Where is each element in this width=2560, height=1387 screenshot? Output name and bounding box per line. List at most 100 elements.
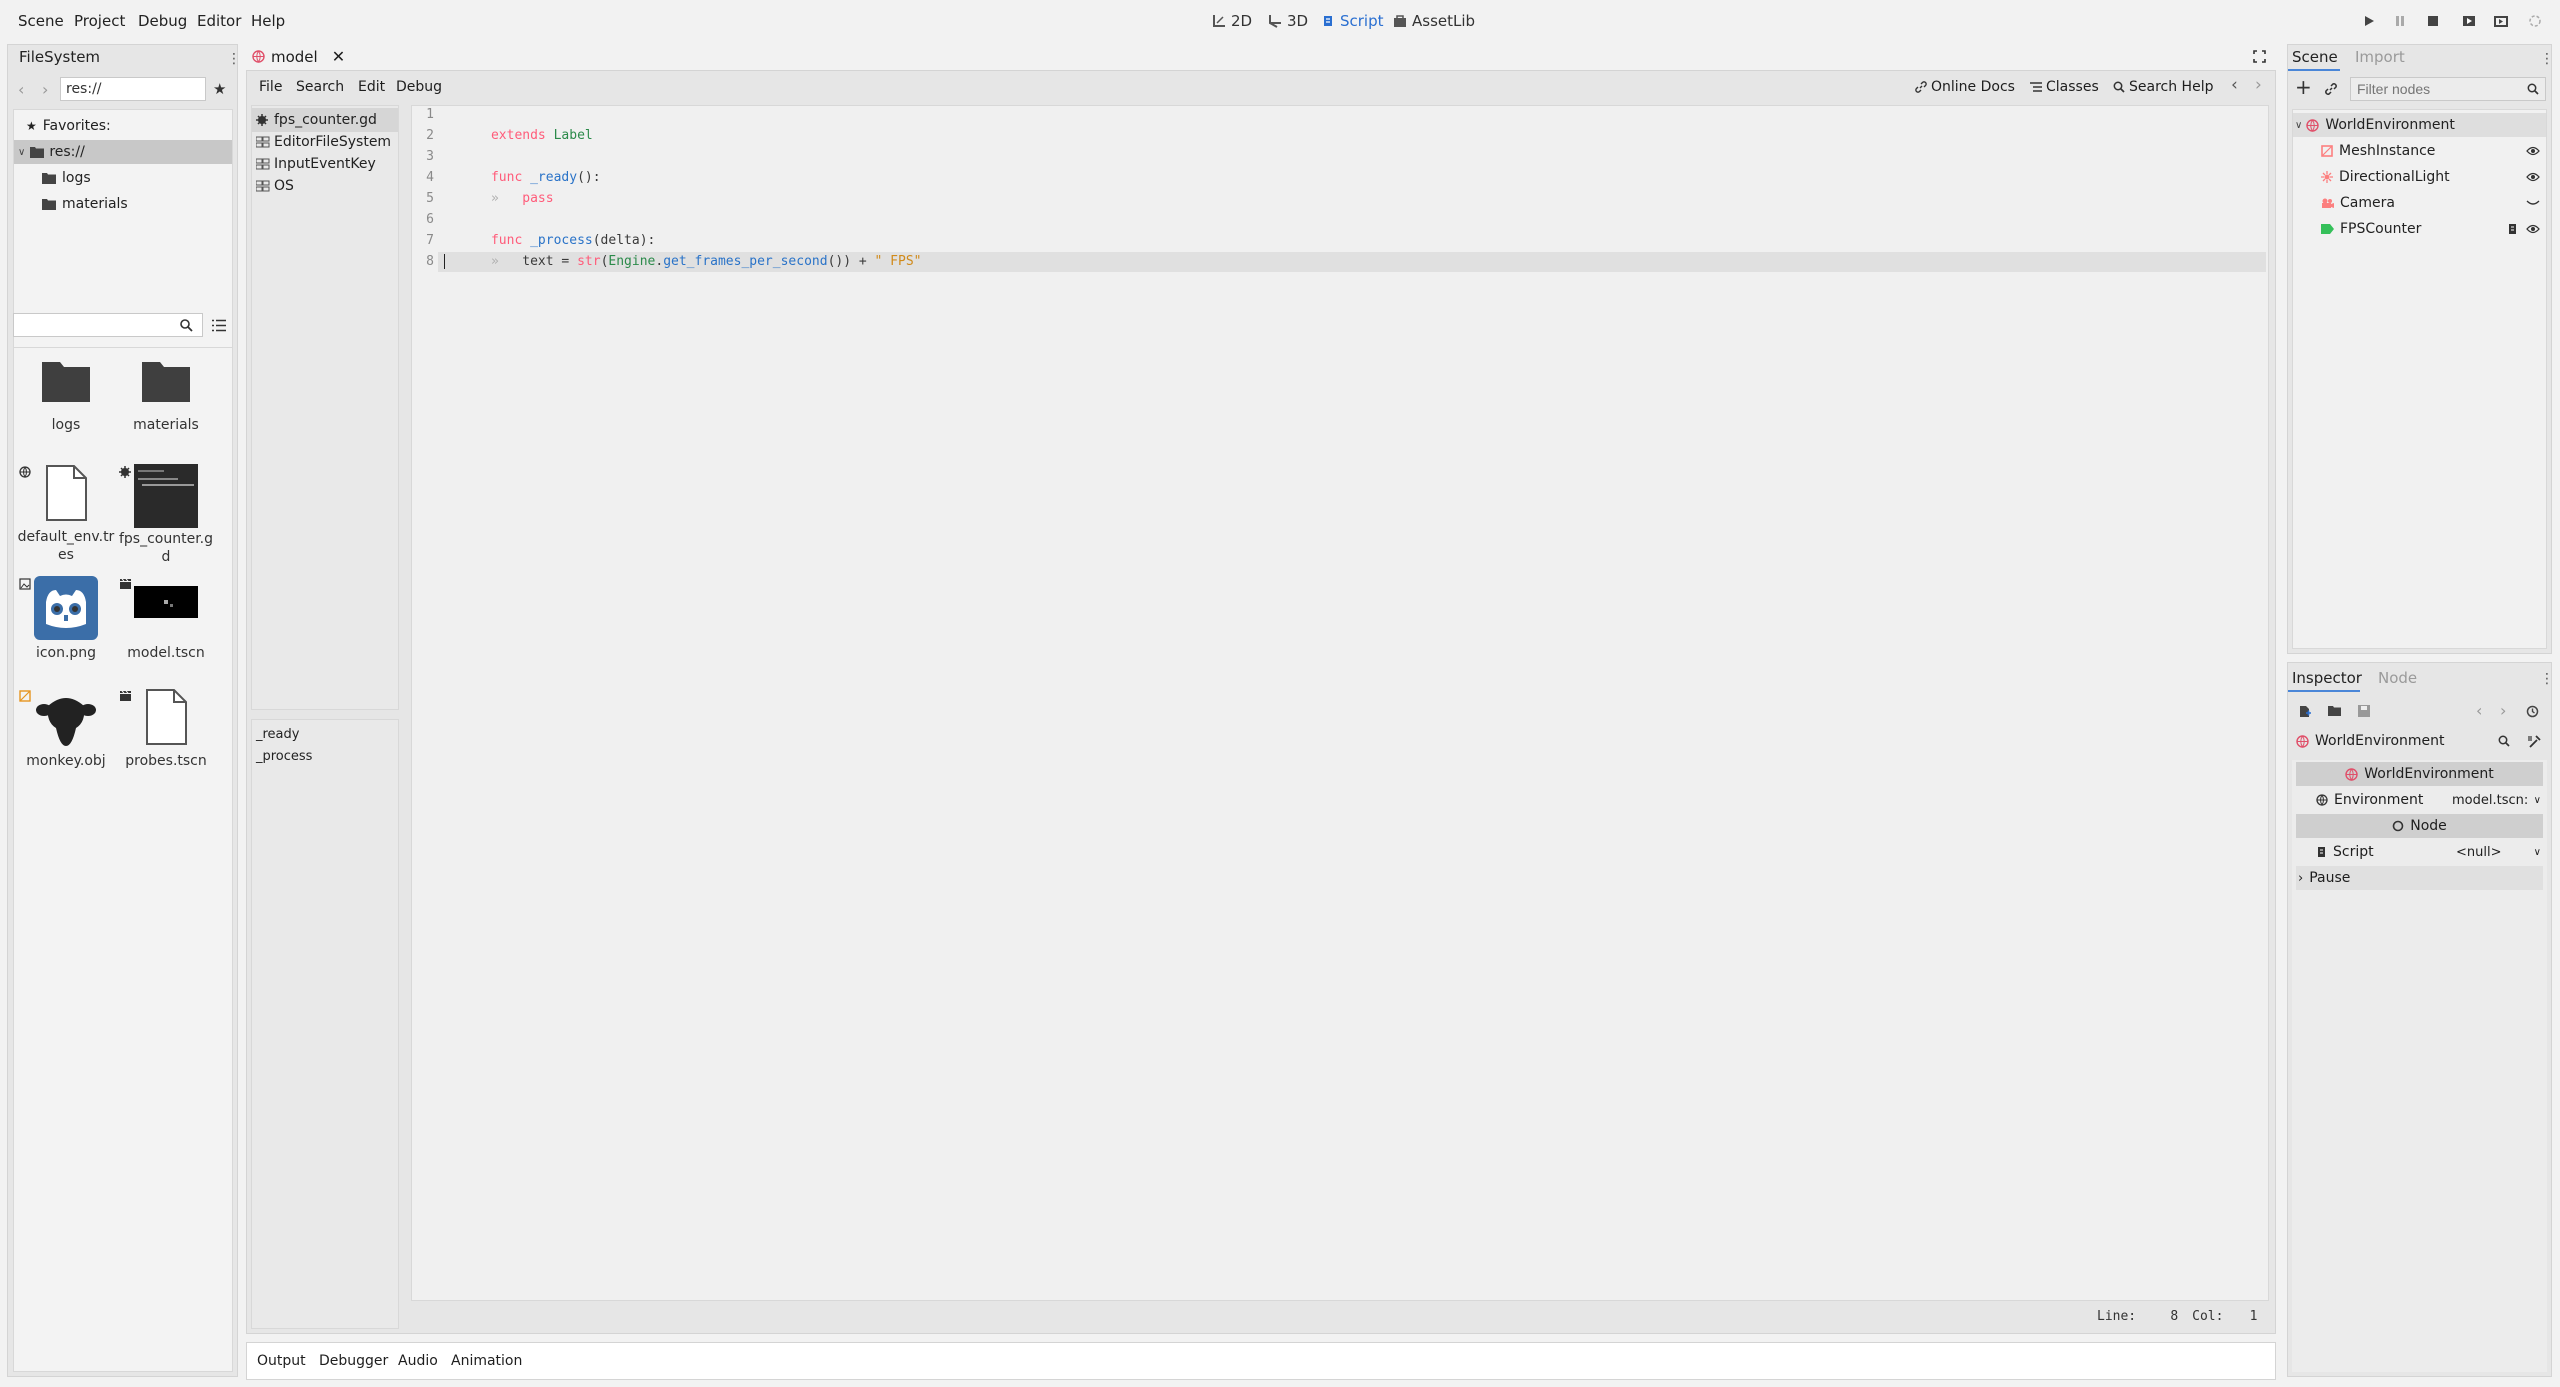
filter-nodes-input[interactable] [2350,77,2546,101]
tab-node[interactable]: Node [2378,669,2417,687]
scene-node-camera[interactable]: Camera [2293,191,2546,215]
stop-icon[interactable] [2426,14,2440,28]
mesh-instance-icon [2321,145,2333,157]
menu-help[interactable]: Help [251,12,285,30]
add-node-icon[interactable]: + [2295,75,2312,99]
chevron-right-icon: › [2298,870,2304,886]
forward-arrow-icon[interactable]: › [42,80,48,99]
chevron-down-icon[interactable]: ∨ [2534,847,2541,858]
property-environment: Environment model.tscn: ∨ [2296,788,2543,812]
scene-node-fps-counter[interactable]: FPSCounter [2293,217,2546,241]
play-custom-scene-icon[interactable] [2494,14,2508,28]
property-script: Script <null> ∨ [2296,840,2543,864]
visibility-closed-eye-icon[interactable] [2526,199,2540,207]
kebab-menu-icon[interactable]: ⋮ [2540,671,2554,687]
favorites-row[interactable]: ★ Favorites: [14,114,232,138]
globe-icon [252,50,265,63]
distraction-free-icon[interactable] [2253,50,2266,63]
pause-icon[interactable] [2393,14,2407,28]
visibility-eye-icon[interactable] [2526,146,2540,156]
favorite-star-icon[interactable]: ★ [213,80,226,98]
classes-button[interactable]: Classes [2030,79,2099,95]
file-tile-probes-tscn[interactable]: probes.tscn [116,688,216,788]
search-icon[interactable] [2498,735,2510,747]
path-input[interactable] [60,77,206,101]
history-forward-icon[interactable]: › [2500,701,2506,720]
visibility-eye-icon[interactable] [2526,172,2540,182]
script-icon [1324,16,1332,26]
script-menu-search[interactable]: Search [296,79,344,95]
script-menu-file[interactable]: File [259,79,282,95]
tab-scene[interactable]: Scene [2292,48,2338,66]
label-icon [2321,224,2334,234]
mode-3d-button[interactable]: 3D [1268,12,1308,30]
tab-filesystem[interactable]: FileSystem [19,48,100,66]
file-tile-default-env[interactable]: default_env.tres [16,464,116,574]
kebab-menu-icon[interactable]: ⋮ [2540,51,2554,67]
script-item-fps-counter[interactable]: fps_counter.gd [252,108,398,132]
history-back-icon[interactable]: ‹ [2476,701,2482,720]
file-tile-icon-png[interactable]: icon.png [16,576,116,676]
menu-scene[interactable]: Scene [18,12,64,30]
file-tile-fps-counter[interactable]: fps_counter.gd [116,464,216,574]
mode-2d-button[interactable]: 2D [1212,12,1252,30]
scene-node-world-environment[interactable]: ∨ WorldEnvironment [2293,113,2546,137]
menu-debug[interactable]: Debug [138,12,187,30]
kebab-menu-icon[interactable]: ⋮ [227,51,241,67]
environment-globe-icon [2316,794,2328,806]
play-icon[interactable] [2362,14,2376,28]
method-item-ready[interactable]: _ready [252,722,398,746]
file-tile-model-tscn[interactable]: model.tscn [116,576,216,676]
script-item-input-event-key[interactable]: InputEventKey [252,152,398,176]
file-tile-monkey-obj[interactable]: monkey.obj [16,688,116,788]
play-scene-icon[interactable] [2462,14,2476,28]
file-tile-logs[interactable]: logs [16,358,116,458]
section-pause[interactable]: › Pause [2296,866,2543,890]
file-tile-materials[interactable]: materials [116,358,216,458]
open-folder-icon[interactable] [2328,705,2342,717]
tree-item-logs[interactable]: logs [14,166,232,190]
list-view-icon[interactable] [212,319,226,332]
scene-node-mesh-instance[interactable]: MeshInstance [2293,139,2546,163]
tab-audio[interactable]: Audio [398,1353,438,1369]
online-docs-button[interactable]: Online Docs [1915,79,2015,95]
script-menu-debug[interactable]: Debug [396,79,442,95]
script-item-editor-filesystem[interactable]: EditorFileSystem [252,130,398,154]
method-item-process[interactable]: _process [252,744,398,768]
back-arrow-icon[interactable]: ‹ [18,80,24,99]
object-history-icon[interactable] [2526,705,2539,718]
tab-import[interactable]: Import [2355,48,2405,66]
tab-animation[interactable]: Animation [451,1353,522,1369]
history-back-icon[interactable]: ‹ [2231,75,2238,95]
code-editor[interactable]: 1 2 3 4 5 6 7 8 extends Label func _read… [411,105,2269,1301]
scene-node-directional-light[interactable]: DirectionalLight [2293,165,2546,189]
inspected-object[interactable]: WorldEnvironment [2296,729,2445,753]
mode-script-button[interactable]: Script [1321,12,1384,30]
search-help-button[interactable]: Search Help [2113,79,2213,95]
script-resource-picker[interactable]: <null> [2456,845,2502,860]
tree-item-materials[interactable]: materials [14,192,232,216]
folder-icon [42,199,56,210]
menu-editor[interactable]: Editor [197,12,241,30]
tree-item-res[interactable]: ∨ res:// [14,140,232,164]
tools-icon[interactable] [2528,735,2541,748]
script-item-os[interactable]: OS [252,174,398,198]
mode-assetlib-button[interactable]: AssetLib [1393,12,1475,30]
close-icon[interactable]: ✕ [332,47,345,66]
environment-resource-picker[interactable]: model.tscn: [2452,793,2528,808]
chevron-down-icon[interactable]: ∨ [2534,795,2541,806]
tab-inspector[interactable]: Inspector [2292,669,2362,687]
tab-output[interactable]: Output [257,1353,306,1369]
new-resource-icon[interactable] [2298,705,2311,718]
godot-logo-icon [34,576,98,640]
save-icon[interactable] [2358,705,2370,717]
tab-debugger[interactable]: Debugger [319,1353,388,1369]
instance-link-icon[interactable] [2324,82,2338,96]
script-menu-edit[interactable]: Edit [358,79,385,95]
visibility-eye-icon[interactable] [2526,224,2540,234]
menu-project[interactable]: Project [74,12,125,30]
file-search-input[interactable] [13,313,203,337]
scene-tab-model[interactable]: model ✕ [252,44,345,69]
attached-script-icon[interactable] [2507,223,2518,235]
history-forward-icon[interactable]: › [2255,75,2262,95]
